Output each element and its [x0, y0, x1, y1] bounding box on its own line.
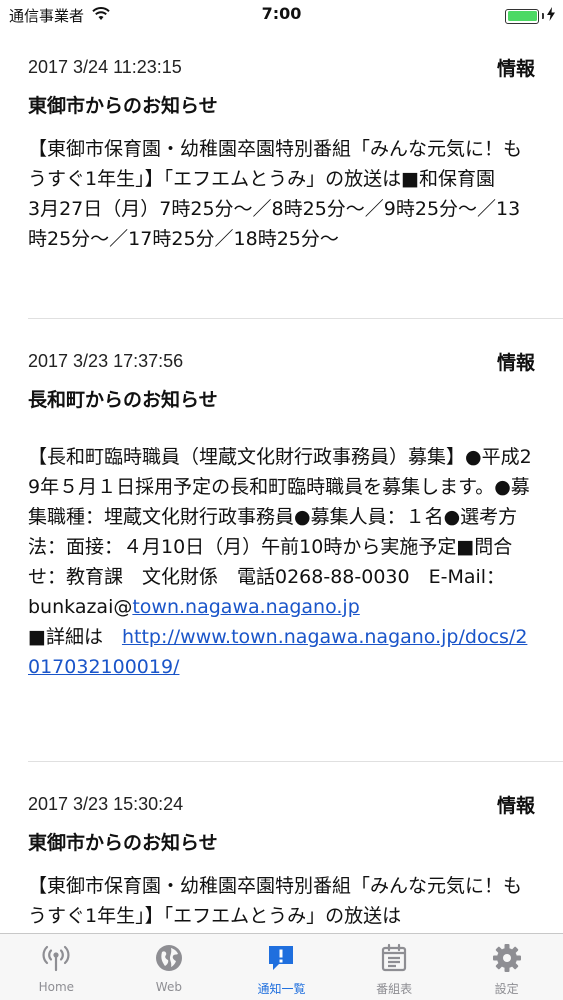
calendar-icon [378, 942, 410, 974]
exclamation-bubble-icon [265, 942, 297, 974]
notice-date: 2017 3/23 15:30:24 [28, 793, 184, 814]
tab-notifications[interactable]: 通知一覧 [225, 934, 338, 1000]
notice-title: 東御市からのお知らせ [28, 95, 218, 117]
tab-bar: Home Web 通知一覧 番組表 設定 [0, 933, 563, 1000]
notice-header: 2017 3/24 11:23:15 情報 [28, 53, 535, 81]
tab-label: 設定 [494, 982, 519, 996]
tab-label: 通知一覧 [257, 982, 306, 996]
tab-home[interactable]: Home [0, 934, 113, 1000]
notice-item[interactable]: 2017 3/23 17:37:56 情報 長和町からのお知らせ 【長和町臨時職… [28, 319, 535, 761]
notice-item[interactable]: 2017 3/24 11:23:15 情報 東御市からのお知らせ 【東御市保育園… [28, 30, 535, 318]
tab-label: 番組表 [376, 982, 413, 996]
screen: 通信事業者 7:00 2017 3/24 11:23:15 情報 東御市からのお… [0, 0, 563, 1000]
notice-body: 【長和町臨時職員（埋蔵文化財行政事務員）募集】●平成29年５月１日採用予定の長和… [28, 442, 535, 682]
tab-label: Web [155, 980, 182, 994]
notice-date: 2017 3/24 11:23:15 [28, 56, 182, 77]
status-bar: 通信事業者 7:00 [0, 0, 563, 30]
notice-body: 【東御市保育園・幼稚園卒園特別番組「みんな元気に！もうすぐ1年生」】「エフエムと… [28, 138, 534, 250]
tab-web[interactable]: Web [113, 934, 226, 1000]
notice-header: 2017 3/23 15:30:24 情報 [28, 790, 535, 818]
notice-header: 2017 3/23 17:37:56 情報 [28, 347, 535, 375]
gear-icon [491, 942, 523, 974]
tab-label: Home [38, 980, 75, 994]
charging-bolt-icon [547, 7, 555, 25]
notice-tag: 情報 [496, 351, 535, 374]
notice-body-text: 【長和町臨時職員（埋蔵文化財行政事務員）募集】●平成29年５月１日採用予定の長和… [28, 446, 532, 588]
globe-icon [153, 942, 185, 974]
notice-title: 東御市からのお知らせ [28, 832, 218, 854]
detail-prefix: ■詳細は [28, 626, 122, 648]
notice-body: 【東御市保育園・幼稚園卒園特別番組「みんな元気に！もうすぐ1年生」】「エフエムと… [28, 875, 523, 927]
notice-feed[interactable]: 2017 3/24 11:23:15 情報 東御市からのお知らせ 【東御市保育園… [0, 30, 563, 933]
antenna-icon [40, 942, 72, 974]
tab-schedule[interactable]: 番組表 [338, 934, 451, 1000]
email-link[interactable]: town.nagawa.nagano.jp [132, 596, 359, 618]
status-right [505, 7, 555, 25]
notice-tag: 情報 [496, 794, 535, 817]
email-prefix: bunkazai@ [28, 596, 133, 618]
notice-date: 2017 3/23 17:37:56 [28, 350, 184, 371]
battery-nub [542, 13, 544, 19]
status-time: 7:00 [261, 4, 302, 23]
tab-settings[interactable]: 設定 [450, 934, 563, 1000]
notice-title: 長和町からのお知らせ [28, 389, 218, 411]
battery-icon [505, 8, 539, 24]
notice-item[interactable]: 2017 3/23 15:30:24 情報 東御市からのお知らせ 【東御市保育園… [28, 762, 535, 933]
notice-tag: 情報 [496, 57, 535, 80]
